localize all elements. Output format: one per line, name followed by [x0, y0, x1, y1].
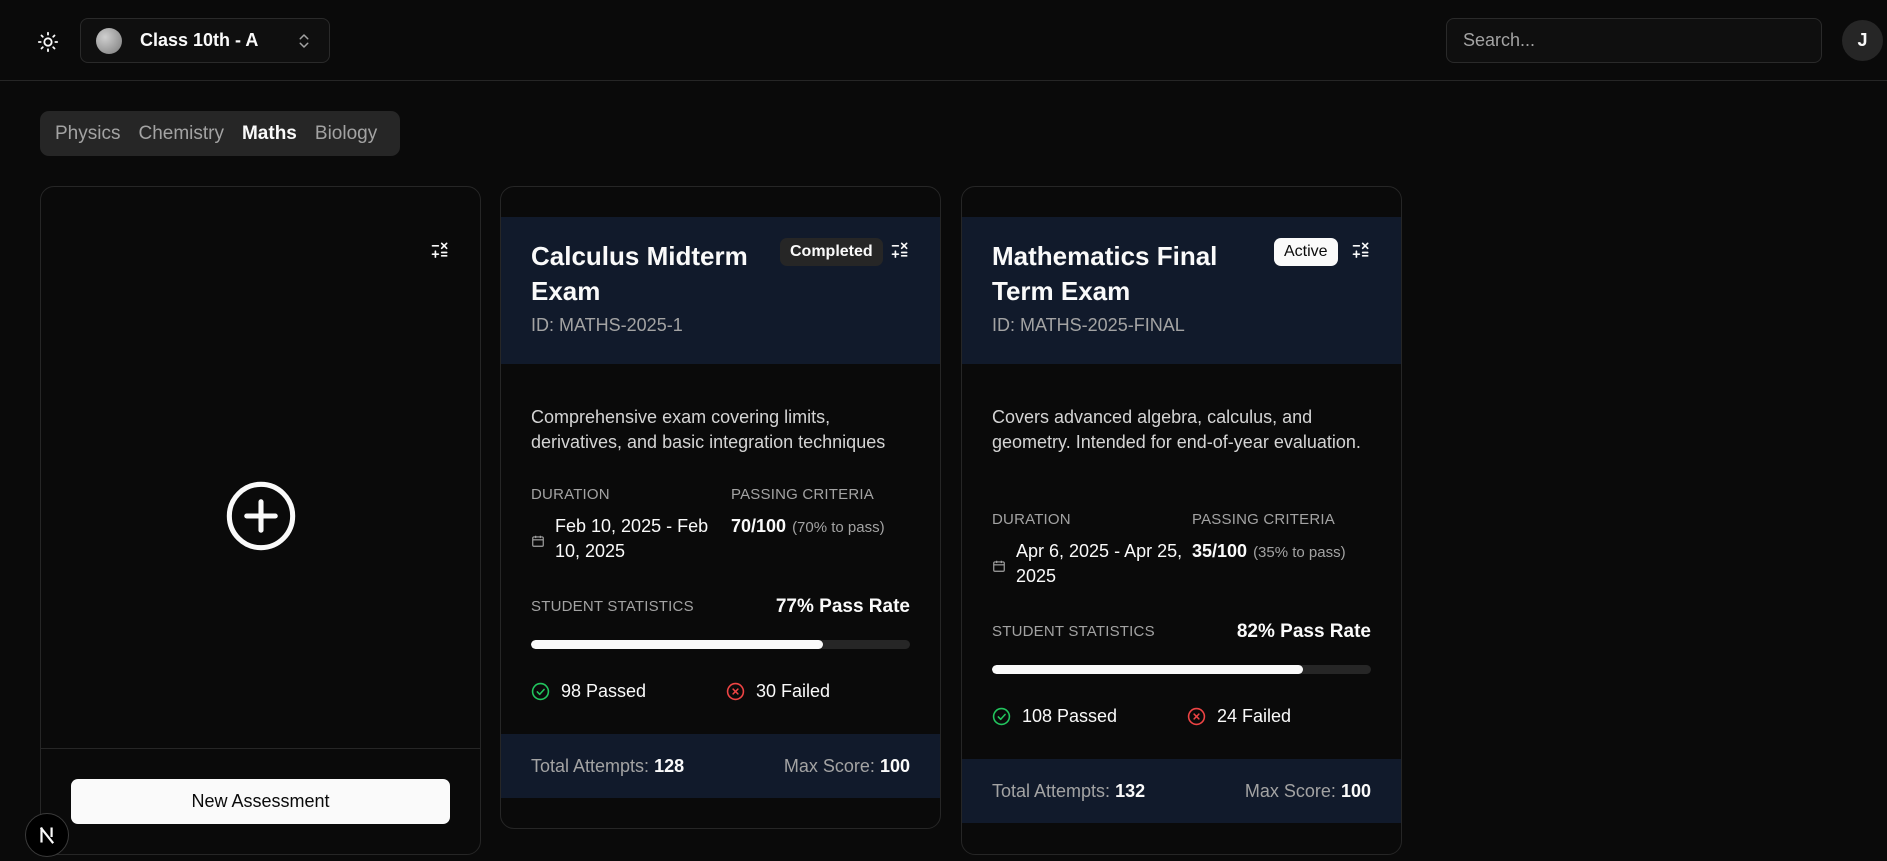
pass-rate-progress-fill: [531, 640, 823, 649]
sun-icon: [37, 31, 59, 53]
total-attempts: Total Attempts: 128: [531, 756, 684, 777]
pass-rate: 82% Pass Rate: [1236, 621, 1371, 642]
passed-count-text: 108 Passed: [1022, 706, 1118, 726]
duration-value: Feb 10, 2025 - Feb 10, 2025: [555, 516, 709, 561]
tab-biology[interactable]: Biology: [306, 123, 386, 145]
pass-rate: 77% Pass Rate: [775, 596, 910, 617]
passed-count: 98 Passed: [531, 681, 646, 702]
failed-count-text: 24 Failed: [1217, 706, 1292, 726]
calendar-icon: [532, 535, 544, 547]
passing-criteria-label: PASSING CRITERIA: [731, 486, 874, 503]
card-footer: Total Attempts: 132 Max Score: 100: [962, 759, 1401, 823]
exam-card[interactable]: Calculus Midterm Exam ID: MATHS-2025-1 C…: [500, 186, 941, 829]
total-attempts-label: Total Attempts:: [992, 780, 1111, 801]
exam-id: ID: MATHS-2025-FINAL: [992, 315, 1185, 335]
divider: [41, 748, 480, 749]
plus-circle-icon[interactable]: [223, 478, 299, 554]
passing-score: 70/100 (70% to pass): [731, 516, 885, 537]
calculator-icon[interactable]: [430, 240, 450, 260]
class-avatar: [96, 27, 122, 54]
exam-title: Mathematics Final Term Exam: [992, 241, 1218, 306]
passing-score: 35/100 (35% to pass): [1192, 541, 1346, 562]
max-score-label: Max Score:: [1244, 780, 1336, 801]
max-score-value: 100: [879, 755, 910, 776]
nextjs-logo-icon: [39, 827, 55, 844]
max-score-value: 100: [1340, 780, 1371, 801]
passed-count: 108 Passed: [992, 706, 1117, 727]
passing-score-value: 35/100: [1192, 541, 1248, 561]
chevrons-up-down-icon: [299, 34, 309, 48]
max-score: Max Score: 100: [784, 756, 910, 777]
class-switcher[interactable]: Class 10th - A: [80, 18, 330, 63]
total-attempts-value: 128: [654, 755, 685, 776]
exam-card[interactable]: Mathematics Final Term Exam ID: MATHS-20…: [961, 186, 1402, 855]
x-circle-icon: [726, 682, 745, 701]
nextjs-dev-badge[interactable]: [25, 813, 69, 857]
exam-id: ID: MATHS-2025-1: [531, 315, 683, 335]
max-score-label: Max Score:: [783, 755, 875, 776]
status-badge: Completed: [780, 238, 883, 266]
duration-label: DURATION: [992, 511, 1071, 528]
passed-count-text: 98 Passed: [561, 681, 647, 701]
duration-label: DURATION: [531, 486, 610, 503]
calculator-icon[interactable]: [890, 240, 910, 260]
tab-maths[interactable]: Maths: [233, 123, 306, 145]
total-attempts-label: Total Attempts:: [531, 755, 650, 776]
exam-description: Comprehensive exam covering limits, deri…: [531, 407, 886, 452]
pass-rate-progress-bar: [531, 640, 910, 649]
passing-criteria-label: PASSING CRITERIA: [1192, 511, 1335, 528]
status-badge: Active: [1274, 238, 1338, 266]
tab-physics[interactable]: Physics: [46, 123, 129, 145]
user-avatar[interactable]: J: [1842, 20, 1883, 61]
failed-count-text: 30 Failed: [756, 681, 831, 701]
class-name: Class 10th - A: [140, 30, 259, 50]
duration-value: Apr 6, 2025 - Apr 25, 2025: [1016, 541, 1183, 586]
check-circle-icon: [992, 707, 1011, 726]
student-statistics-label: STUDENT STATISTICS: [992, 623, 1155, 640]
total-attempts-value: 132: [1115, 780, 1146, 801]
pass-rate-progress-fill: [992, 665, 1303, 674]
student-statistics-label: STUDENT STATISTICS: [531, 598, 694, 615]
exam-title: Calculus Midterm Exam: [531, 241, 748, 306]
failed-count: 24 Failed: [1187, 706, 1291, 727]
pass-rate-progress-bar: [992, 665, 1371, 674]
top-bar: Class 10th - A J: [0, 0, 1887, 81]
failed-count: 30 Failed: [726, 681, 830, 702]
tab-chemistry[interactable]: Chemistry: [129, 123, 233, 145]
new-assessment-card: New Assessment: [40, 186, 481, 855]
total-attempts: Total Attempts: 132: [992, 781, 1145, 802]
passing-note: (70% to pass): [792, 519, 885, 536]
calendar-icon: [993, 560, 1005, 572]
exam-description: Covers advanced algebra, calculus, and g…: [992, 407, 1361, 452]
passing-note: (35% to pass): [1253, 544, 1346, 561]
new-assessment-button[interactable]: New Assessment: [71, 779, 450, 824]
card-footer: Total Attempts: 128 Max Score: 100: [501, 734, 940, 798]
subject-tabs: Physics Chemistry Maths Biology: [40, 111, 400, 156]
calculator-icon[interactable]: [1351, 240, 1371, 260]
check-circle-icon: [531, 682, 550, 701]
max-score: Max Score: 100: [1245, 781, 1371, 802]
search-input[interactable]: [1446, 18, 1822, 63]
theme-toggle-button[interactable]: [30, 24, 66, 60]
passing-score-value: 70/100: [731, 516, 787, 536]
x-circle-icon: [1187, 707, 1206, 726]
